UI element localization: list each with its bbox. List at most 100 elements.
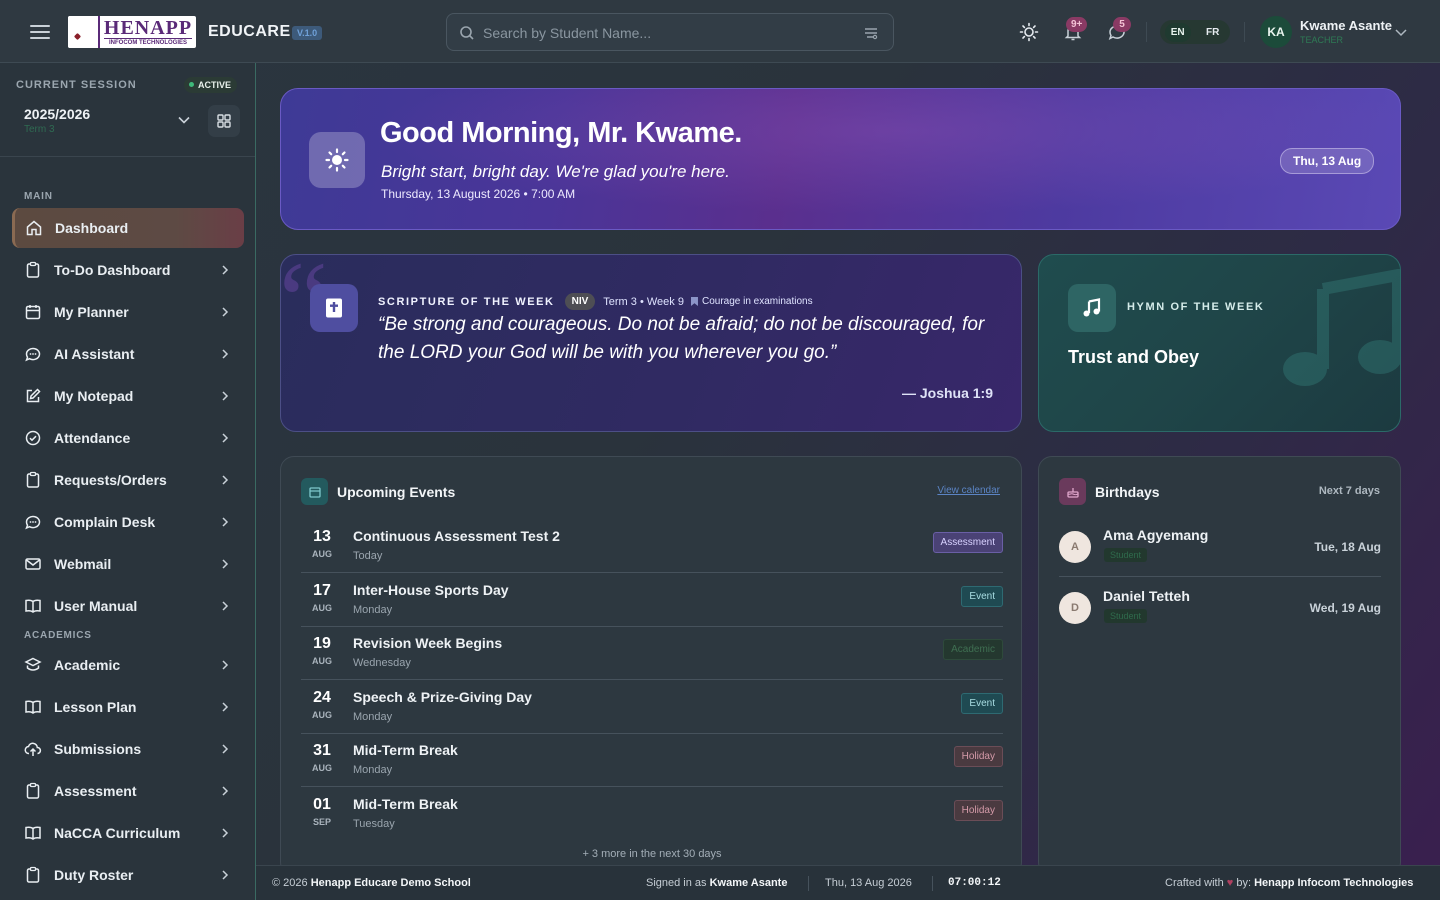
avatar: KA (1260, 16, 1292, 48)
scripture-label: SCRIPTURE OF THE WEEK (378, 295, 555, 308)
chevron-right-icon (222, 433, 229, 443)
avatar: A (1059, 531, 1091, 563)
lang-fr-option[interactable]: FR (1200, 23, 1225, 42)
event-category-badge: Assessment (932, 532, 1003, 553)
heart-icon: ♥ (1226, 877, 1234, 889)
sidebar-item-ai-assistant[interactable]: AI Assistant (12, 334, 244, 374)
event-day: 24 (313, 689, 331, 706)
event-day: 19 (313, 635, 331, 652)
sidebar-item-label: Webmail (54, 556, 112, 572)
divider (1146, 22, 1147, 42)
event-weekday: Tuesday (353, 818, 395, 830)
event-weekday: Monday (353, 764, 393, 776)
more-events-note[interactable]: + 3 more in the next 30 days (281, 848, 1021, 860)
event-title: Continuous Assessment Test 2 (353, 528, 560, 544)
event-month: AUG (312, 603, 332, 613)
footer-date: Thu, 13 Aug 2026 (825, 877, 912, 889)
sidebar-item-nacca-curriculum[interactable]: NaCCA Curriculum (12, 813, 244, 853)
sidebar-item-complain-desk[interactable]: Complain Desk (12, 502, 244, 542)
session-dropdown-chevron-icon[interactable] (177, 115, 191, 125)
music-note-watermark-icon (1283, 269, 1400, 386)
event-row[interactable]: 01 SEP Mid-Term Break Tuesday Holiday (301, 787, 1003, 841)
event-day: 17 (313, 582, 331, 599)
event-row[interactable]: 19 AUG Revision Week Begins Wednesday Ac… (301, 626, 1003, 680)
search-bar (446, 13, 894, 51)
sidebar-item-academic[interactable]: Academic (12, 645, 244, 685)
user-menu[interactable]: KA Kwame Asante TEACHER (1260, 15, 1392, 49)
event-row[interactable]: 17 AUG Inter-House Sports Day Monday Eve… (301, 573, 1003, 627)
footer-copyright: © 2026 Henapp Educare Demo School (272, 877, 471, 889)
sidebar-item-label: Academic (54, 657, 121, 673)
logo-wordmark: HENAPP INFOCOM TECHNOLOGIES (100, 18, 196, 46)
grid-icon (217, 114, 231, 128)
event-category-badge: Event (961, 586, 1003, 607)
apps-grid-button[interactable] (208, 105, 240, 137)
henapp-logo[interactable]: HENAPP INFOCOM TECHNOLOGIES (68, 16, 196, 48)
birthdays-range: Next 7 days (1318, 485, 1380, 497)
upload-icon (24, 742, 42, 756)
mail-icon (25, 558, 41, 570)
event-title: Mid-Term Break (353, 742, 458, 758)
filter-icon[interactable] (863, 26, 879, 40)
logo-subtext: INFOCOM TECHNOLOGIES (104, 38, 192, 46)
logo-text: HENAPP (103, 17, 193, 39)
sidebar-item-dashboard[interactable]: Dashboard (12, 208, 244, 248)
sidebar-item-assessment[interactable]: Assessment (12, 771, 244, 811)
greeting-subtitle: Bright start, bright day. We're glad you… (381, 162, 730, 181)
version-badge: V.1.0 (292, 26, 323, 40)
event-weekday: Today (353, 550, 383, 562)
music-note-icon (1068, 284, 1116, 332)
sidebar-item-user-manual[interactable]: User Manual (12, 586, 244, 626)
hymn-title: Trust and Obey (1068, 347, 1200, 367)
event-weekday: Monday (353, 604, 393, 616)
scripture-card: “ SCRIPTURE OF THE WEEK NIV Term 3 • Wee… (280, 254, 1022, 432)
calendar-icon (301, 478, 328, 505)
sidebar-item-duty-roster[interactable]: Duty Roster (12, 855, 244, 895)
divider (808, 876, 809, 891)
clipboard-icon (26, 866, 40, 883)
chevron-right-icon (222, 601, 229, 611)
bible-icon (310, 284, 358, 332)
sidebar-item-requests-orders[interactable]: Requests/Orders (12, 460, 244, 500)
search-input[interactable] (483, 22, 853, 44)
user-info: Kwame Asante TEACHER (1300, 19, 1392, 45)
event-row[interactable]: 13 AUG Continuous Assessment Test 2 Toda… (301, 519, 1003, 573)
sidebar-item-attendance[interactable]: Attendance (12, 418, 244, 458)
sidebar-item-lesson-plan[interactable]: Lesson Plan (12, 687, 244, 727)
hymn-card: HYMN OF THE WEEK Trust and Obey (1038, 254, 1401, 432)
chevron-right-icon (222, 391, 229, 401)
footer-company-link[interactable]: Henapp Infocom Technologies (1254, 877, 1413, 889)
clipboard-icon (26, 261, 40, 278)
event-day: 31 (313, 742, 331, 759)
birthday-item[interactable]: A Ama Agyemang Student Tue, 18 Aug (1059, 517, 1381, 577)
session-panel: CURRENT SESSION ACTIVE 2025/2026 Term 3 (0, 63, 255, 157)
lang-en-option[interactable]: EN (1164, 22, 1191, 42)
footer-signed-user: Kwame Asante (709, 877, 788, 889)
sidebar-item-submissions[interactable]: Submissions (12, 729, 244, 769)
sidebar-item-my-notepad[interactable]: My Notepad (12, 376, 244, 416)
event-weekday: Wednesday (353, 657, 411, 669)
clipboard-icon (26, 782, 40, 799)
hymn-label: HYMN OF THE WEEK (1127, 301, 1265, 313)
menu-icon[interactable] (28, 22, 52, 42)
sidebar-item-my-planner[interactable]: My Planner (12, 292, 244, 332)
event-title: Mid-Term Break (353, 796, 458, 812)
footer-clock: 07:00:12 (948, 877, 1001, 889)
event-month: SEP (312, 817, 331, 827)
view-calendar-link[interactable]: View calendar (937, 485, 1000, 496)
event-row[interactable]: 24 AUG Speech & Prize-Giving Day Monday … (301, 680, 1003, 734)
session-status-badge: ACTIVE (184, 77, 238, 93)
footer-signed-prefix: Signed in as (646, 877, 707, 889)
event-row[interactable]: 31 AUG Mid-Term Break Monday Holiday (301, 733, 1003, 787)
book-icon (25, 599, 41, 613)
session-term: Term 3 (24, 124, 55, 135)
sidebar-item-label: AI Assistant (54, 346, 135, 362)
sidebar-item-label: Requests/Orders (54, 472, 167, 488)
chevron-right-icon (222, 702, 229, 712)
birthday-item[interactable]: D Daniel Tetteh Student Wed, 19 Aug (1059, 578, 1381, 638)
sidebar-item-webmail[interactable]: Webmail (12, 544, 244, 584)
theme-toggle-sun-icon[interactable] (1017, 20, 1041, 44)
chevron-down-icon[interactable] (1394, 27, 1408, 37)
sidebar-item-todo-dashboard[interactable]: To-Do Dashboard (12, 250, 244, 290)
chevron-right-icon (222, 828, 229, 838)
